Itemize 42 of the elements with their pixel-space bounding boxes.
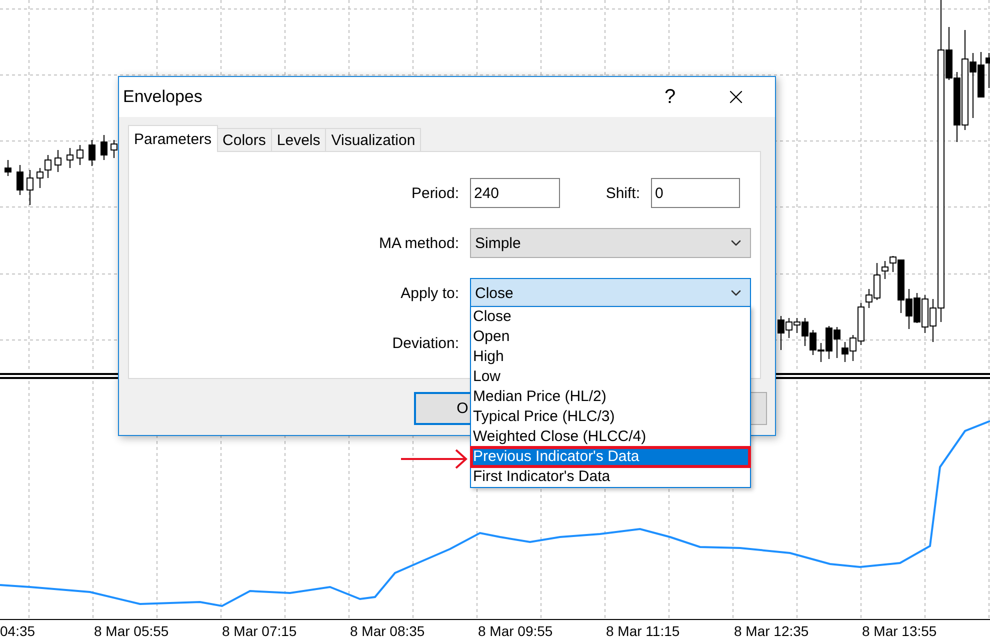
candlestick — [110, 140, 118, 158]
time-axis-label: 8 Mar 09:55 — [477, 622, 554, 638]
candlestick — [88, 140, 96, 166]
candlestick — [66, 148, 74, 168]
arrow-icon — [401, 449, 469, 469]
time-axis-label: 8 Mar 12:35 — [733, 622, 810, 638]
time-axis-label: 8 Mar 07:15 — [221, 622, 298, 638]
list-option[interactable]: Low — [471, 367, 750, 387]
candlestick — [54, 150, 62, 172]
candlestick — [4, 160, 12, 176]
candlestick — [16, 164, 24, 196]
list-option[interactable]: Previous Indicator's Data — [471, 447, 750, 467]
help-button[interactable]: ? — [647, 77, 693, 117]
list-option[interactable]: High — [471, 347, 750, 367]
dialog-button[interactable] — [751, 392, 767, 425]
ma-method-dropdown[interactable]: Simple — [470, 228, 751, 258]
ma-method-label: MA method: — [378, 234, 459, 252]
period-field[interactable]: 240 — [470, 178, 560, 208]
apply-to-dropdown[interactable]: Close — [470, 278, 751, 308]
shift-field[interactable]: 0 — [651, 178, 740, 208]
period-label: Period: — [410, 184, 459, 202]
candlestick — [26, 170, 34, 206]
list-option[interactable]: Open — [471, 327, 750, 347]
time-axis-label: 04:35 — [0, 622, 36, 638]
time-axis-label: 8 Mar 08:35 — [349, 622, 426, 638]
shift-label: Shift: — [604, 184, 640, 202]
deviation-label: Deviation: — [391, 334, 459, 352]
apply-to-label: Apply to: — [400, 284, 459, 302]
time-axis-label: 8 Mar 05:55 — [93, 622, 170, 638]
time-axis-label: 8 Mar 13:55 — [861, 622, 938, 638]
list-option[interactable]: Close — [471, 307, 750, 327]
list-option[interactable]: First Indicator's Data — [471, 467, 750, 487]
tab[interactable]: Parameters — [128, 125, 218, 152]
time-axis-label: 8 Mar 11:15 — [605, 622, 681, 638]
list-option[interactable]: Typical Price (HLC/3) — [471, 407, 750, 427]
ok-button[interactable]: O — [414, 392, 472, 425]
dialog-title: Envelopes — [123, 87, 204, 107]
candlestick — [76, 144, 84, 166]
tab[interactable]: Visualization — [325, 128, 422, 152]
candlestick — [100, 134, 108, 160]
list-option[interactable]: Median Price (HL/2) — [471, 387, 750, 407]
list-option[interactable]: Weighted Close (HLCC/4) — [471, 427, 750, 447]
